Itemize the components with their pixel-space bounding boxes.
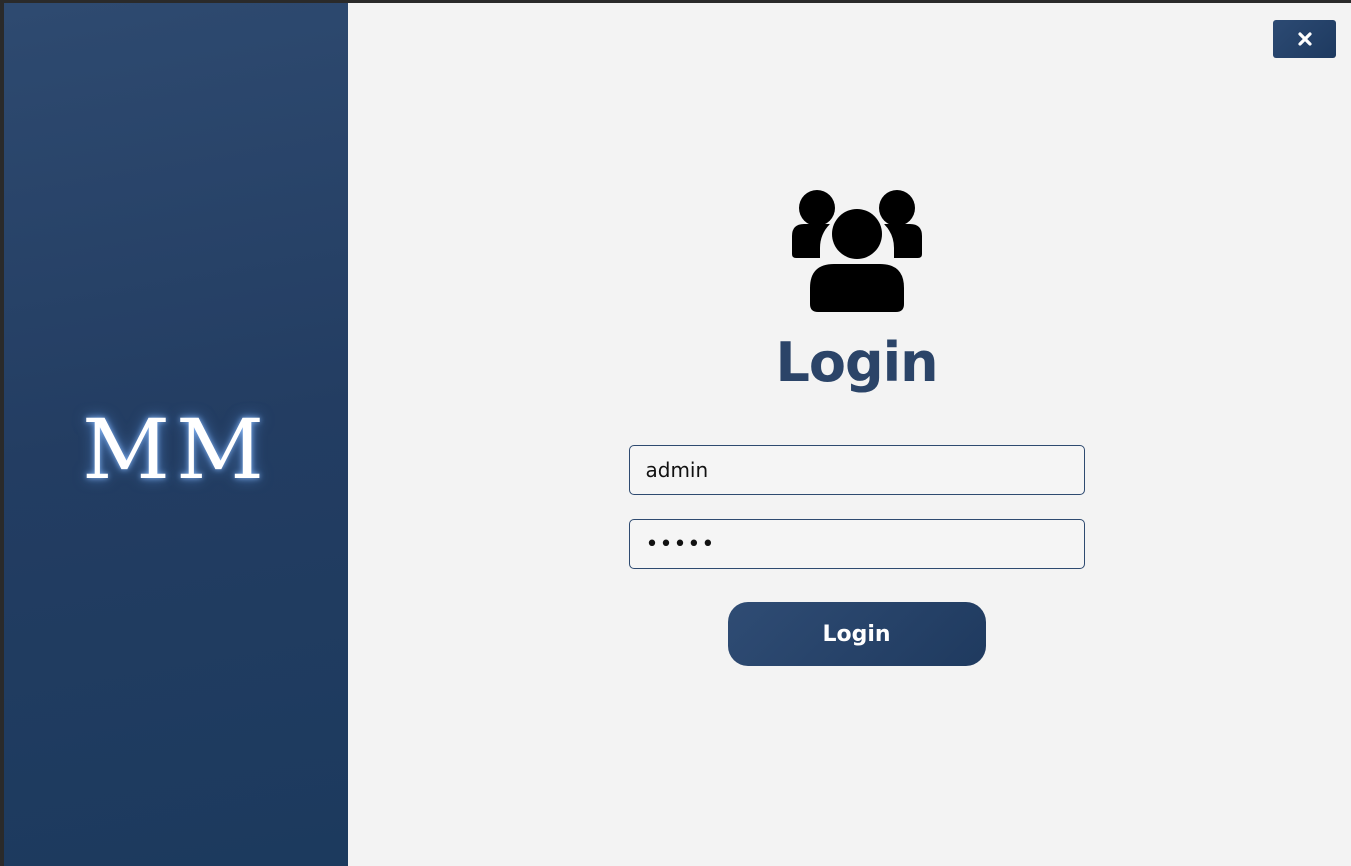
login-button[interactable]: Login <box>727 602 986 666</box>
username-field[interactable] <box>628 445 1085 495</box>
close-icon <box>1297 32 1312 46</box>
main-panel: Login Login <box>348 3 1351 866</box>
close-button[interactable] <box>1273 20 1336 58</box>
brand-logo-text: MM <box>81 401 271 498</box>
password-field[interactable] <box>628 519 1085 569</box>
login-window: MM Login Lo <box>4 3 1351 866</box>
login-form: Login Login <box>348 188 1351 666</box>
login-title: Login <box>775 331 938 394</box>
users-icon <box>791 190 922 316</box>
side-panel: MM <box>4 3 348 866</box>
